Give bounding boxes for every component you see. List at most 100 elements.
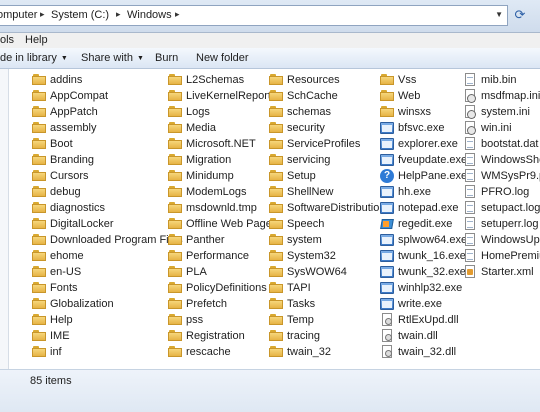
- breadcrumb-computer[interactable]: omputer: [0, 9, 37, 21]
- folder-icon: [269, 297, 283, 311]
- item-label: Panther: [186, 234, 225, 246]
- item-label: msdfmap.ini: [481, 90, 540, 102]
- folder-icon: [32, 217, 46, 231]
- item-label: pss: [186, 314, 204, 326]
- item-label: Fonts: [50, 282, 78, 294]
- folder-icon: [32, 153, 46, 167]
- item-label: debug: [50, 186, 81, 198]
- document-icon: [463, 169, 477, 183]
- item-label: Microsoft.NET: [186, 138, 256, 150]
- burn-button[interactable]: Burn: [155, 52, 178, 64]
- item-label: setupact.log: [481, 202, 540, 214]
- item-label: mib.bin: [481, 74, 517, 86]
- folder-icon: [269, 73, 283, 87]
- application-icon: [380, 185, 394, 199]
- item-label: winhlp32.exe: [398, 282, 463, 294]
- folder-icon: [168, 137, 182, 151]
- document-icon: [463, 153, 477, 167]
- item-label: ShellNew: [287, 186, 334, 198]
- folder-icon: [32, 249, 46, 263]
- application-icon: [380, 121, 394, 135]
- folder-icon: [269, 89, 283, 103]
- item-label: twunk_32.exe: [398, 266, 466, 278]
- chevron-down-icon: ▼: [136, 55, 144, 62]
- item-label: notepad.exe: [398, 202, 459, 214]
- folder-icon: [269, 345, 283, 359]
- include-in-library-button[interactable]: de in library ▼: [0, 52, 68, 64]
- folder-icon: [32, 281, 46, 295]
- item-label: Tasks: [287, 298, 316, 310]
- item-label: Logs: [186, 106, 210, 118]
- folder-icon: [32, 345, 46, 359]
- item-label: schemas: [287, 106, 332, 118]
- breadcrumb-windows[interactable]: Windows: [127, 9, 172, 21]
- item-label: diagnostics: [50, 202, 106, 214]
- status-bar: 85 items: [0, 369, 540, 412]
- new-folder-button[interactable]: New folder: [196, 52, 249, 64]
- document-icon: [463, 73, 477, 87]
- item-label: msdownld.tmp: [186, 202, 257, 214]
- item-label: ServiceProfiles: [287, 138, 361, 150]
- item-label: regedit.exe: [398, 218, 453, 230]
- folder-icon: [168, 121, 182, 135]
- settings-file-icon: [463, 121, 477, 135]
- file-list[interactable]: addins AppCompat AppPatch assembly Boot Brand…: [0, 69, 540, 369]
- item-label: fveupdate.exe: [398, 154, 468, 166]
- folder-icon: [380, 89, 394, 103]
- menu-bar: ols Help: [0, 33, 540, 49]
- folder-icon: [168, 153, 182, 167]
- menu-help[interactable]: Help: [25, 34, 48, 46]
- item-label: WindowsShell.M: [481, 154, 540, 166]
- folder-icon: [269, 105, 283, 119]
- item-label: Boot: [50, 138, 73, 150]
- folder-icon: [168, 89, 182, 103]
- folder-icon: [32, 313, 46, 327]
- item-label: bootstat.dat: [481, 138, 539, 150]
- breadcrumb-separator-icon[interactable]: ▸: [40, 9, 45, 20]
- item-label: twain_32.dll: [398, 346, 457, 358]
- folder-icon: [32, 265, 46, 279]
- command-bar: de in library ▼ Share with ▼ Burn New fold…: [0, 48, 540, 69]
- refresh-icon[interactable]: ⟳: [512, 7, 528, 23]
- folder-icon: [32, 137, 46, 151]
- item-label: assembly: [50, 122, 97, 134]
- item-label: HelpPane.exe: [398, 170, 468, 182]
- folder-icon: [32, 233, 46, 247]
- item-label: AppCompat: [50, 90, 109, 102]
- item-label: System32: [287, 250, 336, 262]
- item-label: PolicyDefinitions: [186, 282, 267, 294]
- dll-file-icon: [380, 329, 394, 343]
- share-with-button[interactable]: Share with ▼: [81, 52, 144, 64]
- item-label: twunk_16.exe: [398, 250, 466, 262]
- folder-icon: [269, 217, 283, 231]
- folder-icon: [269, 185, 283, 199]
- document-icon: [463, 249, 477, 263]
- breadcrumb-separator-icon[interactable]: ▸: [175, 9, 180, 20]
- item-label: winsxs: [398, 106, 432, 118]
- menu-tools[interactable]: ols: [0, 34, 14, 46]
- address-bar[interactable]: omputer ▸ System (C:) ▸ Windows ▸ ▼: [0, 5, 508, 26]
- item-label: twain_32: [287, 346, 332, 358]
- item-label: Speech: [287, 218, 325, 230]
- xml-file-icon: [463, 265, 477, 279]
- item-label: WindowsUpdate: [481, 234, 540, 246]
- settings-file-icon: [463, 105, 477, 119]
- address-dropdown-icon[interactable]: ▼: [495, 10, 503, 19]
- item-label: ehome: [50, 250, 84, 262]
- folder-icon: [168, 217, 182, 231]
- folder-icon: [168, 73, 182, 87]
- item-label: twain.dll: [398, 330, 438, 342]
- item-label: RtlExUpd.dll: [398, 314, 459, 326]
- item-label: ModemLogs: [186, 186, 247, 198]
- item-label: write.exe: [398, 298, 443, 310]
- folder-icon: [269, 265, 283, 279]
- item-label: setuperr.log: [481, 218, 539, 230]
- folder-icon: [168, 105, 182, 119]
- folder-icon: [269, 233, 283, 247]
- folder-icon: [168, 281, 182, 295]
- breadcrumb-separator-icon[interactable]: ▸: [116, 9, 121, 20]
- breadcrumb-system-c[interactable]: System (C:): [51, 9, 109, 21]
- item-label: tracing: [287, 330, 321, 342]
- item-label: Resources: [287, 74, 340, 86]
- item-count: 85 items: [30, 375, 72, 387]
